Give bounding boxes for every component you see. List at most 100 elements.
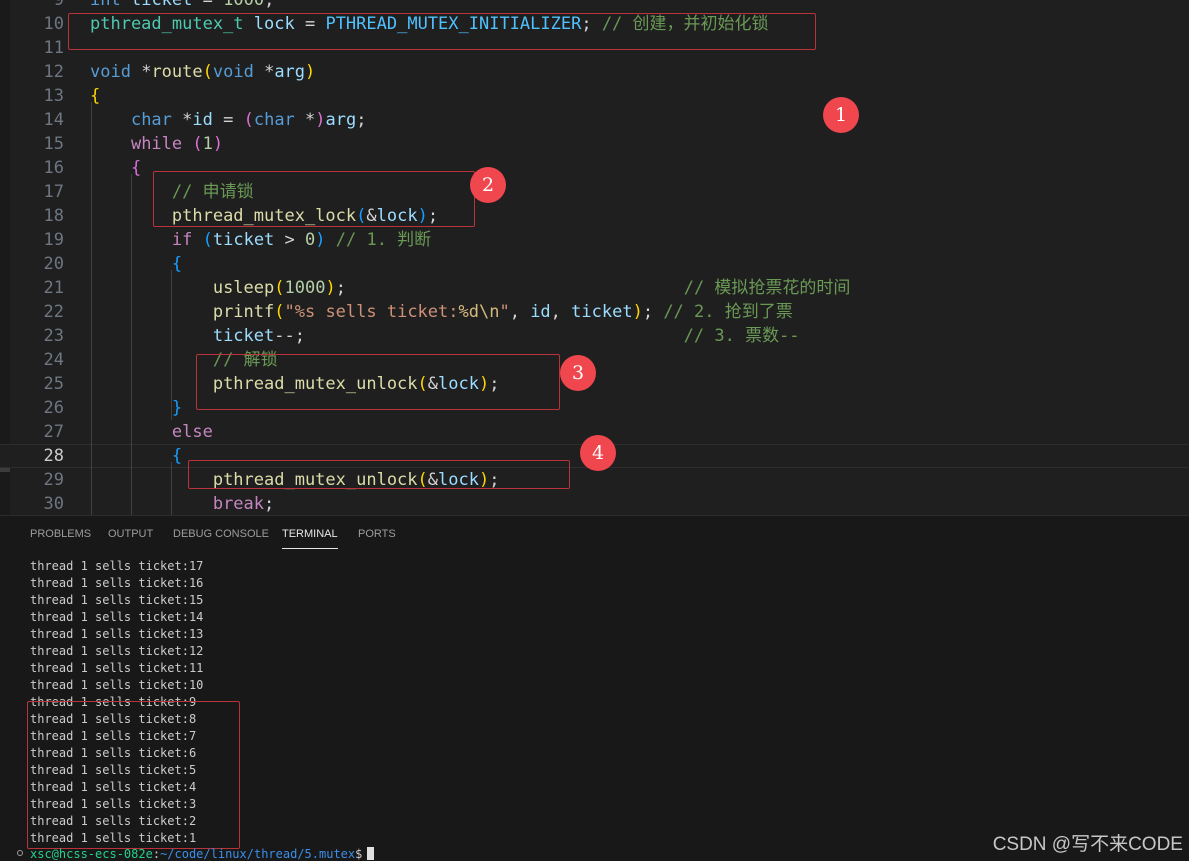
terminal-prompt[interactable]: xsc@hcss-ecs-082e:~/code/linux/thread/5.… — [30, 847, 375, 861]
code-line[interactable]: 13{ — [0, 84, 1189, 108]
code-token: ( — [202, 230, 213, 250]
line-number: 20 — [43, 254, 64, 274]
code-line[interactable]: 19 if (ticket > 0) // 1. 判断 — [0, 228, 1189, 252]
code-token: ; — [264, 0, 275, 10]
code-line[interactable]: 14 char *id = (char *)arg; — [0, 108, 1189, 132]
annotation-badge-4: 4 — [580, 435, 616, 471]
code-editor[interactable]: 9 int ticket = 1000; 10 pthread_mutex_t loc… — [0, 0, 1189, 515]
terminal-line: thread 1 sells ticket:10 — [30, 678, 204, 692]
code-text: char *id = (char *)arg; — [90, 108, 367, 132]
code-token: // 1. 判断 — [335, 230, 432, 250]
code-text: if (ticket > 0) // 1. 判断 — [90, 228, 431, 252]
code-token: char — [253, 110, 295, 130]
code-line[interactable]: 22 printf("%s sells ticket:%d\n", id, ti… — [0, 300, 1189, 324]
code-line[interactable]: 23 ticket--; // 3. 票数-- — [0, 324, 1189, 348]
code-token: ) — [212, 134, 224, 154]
line-number: 15 — [43, 134, 64, 154]
indent-guide — [171, 270, 172, 420]
line-number: 19 — [43, 230, 64, 250]
line-number: 18 — [43, 206, 64, 226]
line-number: 22 — [43, 302, 64, 322]
code-token: ) — [632, 302, 643, 322]
terminal-line: thread 1 sells ticket:16 — [30, 576, 204, 590]
code-text: { — [90, 445, 182, 467]
code-token: * — [130, 62, 152, 82]
terminal-line: thread 1 sells ticket:12 — [30, 644, 204, 658]
tab-debug-console[interactable]: DEBUG CONSOLE — [173, 526, 269, 548]
code-token: route — [151, 62, 203, 82]
code-line[interactable]: 29 pthread_mutex_unlock(&lock); — [0, 468, 1189, 492]
code-token: , — [550, 302, 572, 322]
line-number: 28 — [43, 446, 64, 466]
code-token: arg — [274, 62, 306, 82]
code-text: else — [90, 420, 213, 444]
line-number: 25 — [43, 374, 64, 394]
code-line[interactable]: 9 int ticket = 1000; — [0, 0, 1189, 12]
code-line[interactable]: 26 } — [0, 396, 1189, 420]
code-token: arg — [325, 110, 357, 130]
code-text: usleep(1000); // 模拟抢票花的时间 — [90, 276, 851, 300]
code-line[interactable]: 15 while (1) — [0, 132, 1189, 156]
code-token: int — [90, 0, 121, 10]
line-number: 12 — [43, 62, 64, 82]
line-number: 13 — [43, 86, 64, 106]
code-token: = — [192, 0, 224, 10]
terminal-line: thread 1 sells ticket:11 — [30, 661, 204, 675]
code-token: // 3. 票数-- — [683, 326, 800, 346]
code-token: ticket — [130, 0, 193, 10]
line-number: 26 — [43, 398, 64, 418]
code-token: --; — [274, 326, 684, 346]
code-token: // 模拟抢票花的时间 — [683, 278, 851, 298]
indent-guide — [171, 462, 172, 515]
code-line[interactable]: 30 break; — [0, 492, 1189, 515]
code-token: ticket — [571, 302, 633, 322]
tab-problems[interactable]: PROBLEMS — [30, 526, 91, 548]
code-token: if — [171, 230, 193, 250]
code-line[interactable]: 20 { — [0, 252, 1189, 276]
terminal-cursor — [367, 847, 375, 860]
code-token: ( — [243, 110, 254, 130]
annotation-badge-2: 2 — [470, 167, 506, 203]
code-token: ( — [274, 278, 285, 298]
code-token: 0 — [305, 230, 316, 250]
code-line[interactable]: 21 usleep(1000); // 模拟抢票花的时间 — [0, 276, 1189, 300]
terminal-line: thread 1 sells ticket:15 — [30, 593, 204, 607]
highlight-box-lock-acquire — [153, 171, 475, 227]
prompt-status-icon — [17, 850, 23, 856]
tab-output[interactable]: OUTPUT — [108, 526, 153, 548]
code-token: 1000 — [284, 278, 326, 298]
tab-terminal[interactable]: TERMINAL — [282, 526, 338, 549]
code-token: printf — [212, 302, 275, 322]
highlight-box-lock-init — [68, 13, 816, 50]
code-token: ) — [315, 230, 326, 250]
line-number: 10 — [43, 14, 64, 34]
code-line[interactable]: 12 void *route(void *arg) — [0, 60, 1189, 84]
highlight-box-unlock-if — [196, 354, 560, 410]
code-token: ( — [274, 302, 285, 322]
watermark: CSDN @写不来CODE — [992, 834, 1183, 855]
code-token: { — [171, 446, 183, 466]
code-text: { — [90, 156, 141, 180]
terminal-line: thread 1 sells ticket:14 — [30, 610, 204, 624]
code-token: // 2. 抢到了票 — [663, 302, 793, 322]
code-text: break; — [90, 492, 274, 515]
line-number: 29 — [43, 470, 64, 490]
line-number: 30 — [43, 494, 64, 514]
tab-ports[interactable]: PORTS — [358, 526, 396, 548]
prompt-sign: $ — [355, 847, 363, 861]
code-text: ticket--; // 3. 票数-- — [90, 324, 800, 348]
code-text: void *route(void *arg) — [90, 60, 315, 84]
highlight-box-terminal-output — [27, 701, 240, 849]
code-token: break — [212, 494, 265, 514]
line-number: 14 — [43, 110, 64, 130]
code-token: * — [253, 62, 275, 82]
code-token: = — [212, 110, 244, 130]
code-text: } — [90, 396, 182, 420]
